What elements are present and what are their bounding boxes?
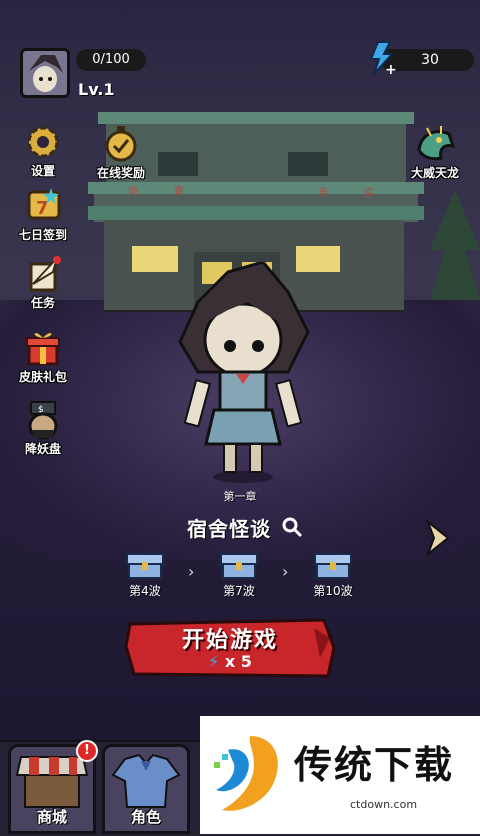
skin-pack-button[interactable]: 皮肤礼包 (6, 328, 80, 385)
shop-stall-icon (15, 756, 89, 808)
settings-label: 设置 (30, 164, 55, 178)
ctdown-logo (214, 736, 278, 811)
online-reward-label: 在线奖励 (96, 166, 145, 180)
start-game-cost-value: x 5 (224, 652, 252, 671)
energy-icon: ⚡ (208, 652, 220, 671)
wave-reward-7[interactable]: 第7波 (214, 552, 264, 599)
gear-icon (27, 126, 59, 158)
tasks-label: 任务 (30, 296, 55, 310)
settings-button[interactable]: 设置 (6, 122, 80, 179)
chapter-number: 第一章 (223, 490, 257, 503)
start-game-button[interactable]: 开始游戏 ⚡ x 5 (124, 618, 336, 678)
svg-text:务: 务 (318, 186, 328, 199)
next-chapter-arrow-icon[interactable] (424, 520, 452, 556)
wave-reward-4[interactable]: 第4波 (120, 552, 170, 599)
player-level: Lv.1 (78, 80, 115, 99)
player-avatar[interactable] (20, 48, 70, 98)
skin-pack-label: 皮肤礼包 (18, 370, 67, 384)
shirt-icon (111, 753, 181, 808)
treasure-chest-icon (126, 553, 164, 579)
wave-label: 第10波 (313, 584, 353, 598)
tab-character-label: 角色 (130, 808, 161, 826)
xp-text: 0/100 (92, 52, 130, 67)
demon-wheel-label: 降妖盘 (24, 442, 61, 456)
wave-reward-10[interactable]: 第10波 (308, 552, 358, 599)
checkin-button[interactable]: 7 七日签到 (6, 186, 80, 243)
energy-value: 30 (421, 52, 439, 68)
calendar-scroll-icon: 7 (27, 188, 61, 220)
dragon-button[interactable]: 大威天龙 (398, 124, 472, 181)
chapter-title: 宿舍怪谈 (187, 516, 271, 541)
start-game-label: 开始游戏 (181, 628, 278, 653)
tasks-button[interactable]: 任务 (6, 254, 80, 311)
demon-wheel-button[interactable]: $ 降妖盘 (6, 400, 80, 457)
svg-text:7: 7 (36, 198, 49, 219)
search-icon[interactable] (281, 516, 303, 538)
avatar-portrait-icon (23, 51, 67, 95)
pine-tree (430, 190, 480, 300)
chapter-title-row[interactable]: 宿舍怪谈 (170, 510, 320, 544)
energy-plus-icon[interactable]: + (366, 40, 396, 76)
wave-label: 第7波 (223, 584, 255, 598)
gift-box-icon (26, 333, 60, 366)
shop-notification-badge: ! (76, 740, 98, 762)
tab-character[interactable]: 角色 (102, 744, 190, 834)
watermark-name: 传统下载 (294, 743, 455, 787)
chevron-right-icon: › (188, 562, 195, 581)
wave-label: 第4波 (129, 584, 161, 598)
svg-text:实: 实 (364, 186, 374, 199)
treasure-chest-icon (220, 553, 258, 579)
wave-rewards: 第4波 › 第7波 › 第10波 (120, 552, 360, 600)
online-reward-button[interactable]: 在线奖励 (84, 124, 158, 181)
demon-face-icon: $ (28, 401, 58, 440)
svg-text:奋: 奋 (174, 184, 184, 197)
quill-scroll-icon (29, 256, 61, 292)
watermark-url: ctdown.com (350, 798, 418, 811)
treasure-chest-icon (314, 553, 352, 579)
checkin-label: 七日签到 (18, 228, 67, 242)
dragon-label: 大威天龙 (410, 166, 459, 180)
dragon-icon (417, 126, 455, 161)
chevron-right-icon: › (282, 562, 289, 581)
start-game-cost: ⚡ x 5 (124, 652, 336, 671)
svg-text:动: 动 (128, 185, 138, 197)
watermark-banner: 传统下载 ctdown.com (200, 716, 480, 834)
player-character (178, 262, 310, 483)
stopwatch-icon (105, 126, 137, 162)
svg-text:+: + (385, 62, 396, 76)
tab-shop-label: 商城 (36, 808, 67, 826)
